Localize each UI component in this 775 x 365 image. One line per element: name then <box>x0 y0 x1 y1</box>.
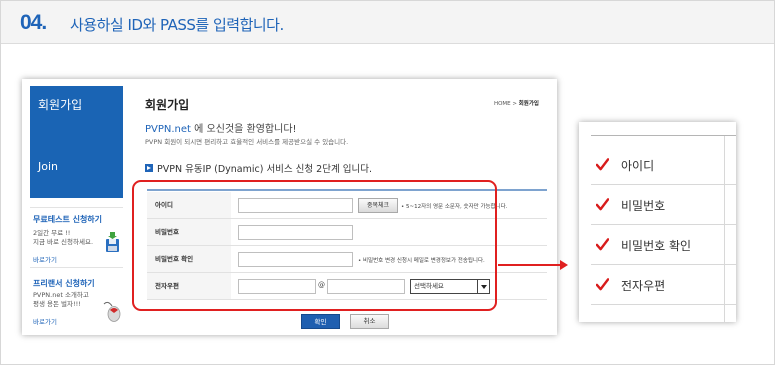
callout-item-label: 비밀번호 <box>621 199 666 213</box>
confirm-button[interactable]: 확인 <box>301 314 340 329</box>
welcome-text: 에 오신것을 환영합니다! <box>190 124 297 135</box>
form-highlight-box <box>132 180 497 311</box>
promo-freelancer-text: PVPN.net 소개하고 평생 용돈 벌자!!! <box>33 291 89 308</box>
callout-item: 비밀번호 확인 <box>591 225 736 265</box>
welcome-brand: PVPN.net <box>145 124 191 135</box>
callout-item-label: 아이디 <box>621 159 655 173</box>
welcome-description: PVPN 회원이 되시면 편리하고 효율적인 서비스를 제공받으실 수 있습니다… <box>145 138 349 146</box>
floppy-disk-icon <box>106 232 119 252</box>
callout-top-border <box>591 135 736 136</box>
sidebar-divider <box>30 207 123 208</box>
step-header: 04. 사용하실 ID와 PASS를 입력합니다. <box>1 1 774 44</box>
sidebar-title: 회원가입 <box>38 98 83 112</box>
sidebar: 회원가입 Join 무료테스트 신청하기 2일간 무료 !! 지금 바로 신청하… <box>30 86 123 331</box>
check-mark-icon <box>596 198 609 211</box>
check-mark-icon <box>596 238 609 251</box>
welcome-message: PVPN.net 에 오신것을 환영합니다! <box>145 120 297 135</box>
callout-item: 전자우편 <box>591 265 736 305</box>
cancel-button[interactable]: 취소 <box>350 314 389 329</box>
promo-freelancer-link[interactable]: 바로가기 <box>33 316 57 326</box>
play-bullet-icon <box>145 164 153 172</box>
step-number: 04. <box>20 11 47 34</box>
breadcrumb-separator: > <box>512 101 517 107</box>
step-title: 사용하실 ID와 PASS를 입력합니다. <box>70 16 284 34</box>
check-mark-icon <box>596 278 609 291</box>
callout-item: 아이디 <box>591 145 736 185</box>
check-mark-icon <box>596 158 609 171</box>
sidebar-join-label: Join <box>38 160 59 173</box>
signup-step-text: PVPN 유동IP (Dynamic) 서비스 신청 2단계 입니다. <box>157 164 372 175</box>
promo-free-test-text: 2일간 무료 !! 지금 바로 신청하세요. <box>33 229 94 246</box>
promo-free-test-link[interactable]: 바로가기 <box>33 254 57 264</box>
page-title: 회원가입 <box>145 98 190 112</box>
callout-item-label: 비밀번호 확인 <box>621 239 692 253</box>
breadcrumb-home[interactable]: HOME <box>494 101 511 107</box>
promo-free-test-title[interactable]: 무료테스트 신청하기 <box>33 214 102 225</box>
breadcrumb-current: 회원가입 <box>518 101 539 107</box>
callout-item: 비밀번호 <box>591 185 736 225</box>
callout-item-label: 전자우편 <box>621 279 666 293</box>
sidebar-divider <box>30 267 123 268</box>
signup-step-heading: PVPN 유동IP (Dynamic) 서비스 신청 2단계 입니다. <box>145 161 372 175</box>
sidebar-header: 회원가입 Join <box>30 86 123 198</box>
promo-freelancer-title[interactable]: 프리랜서 신청하기 <box>33 278 95 289</box>
breadcrumb: HOME > 회원가입 <box>494 99 539 107</box>
pointer-arrow-line <box>498 264 560 266</box>
mouse-icon <box>103 301 121 322</box>
required-fields-callout: 아이디 비밀번호 비밀번호 확인 전자우편 <box>579 122 736 322</box>
arrow-right-icon <box>560 260 568 270</box>
tutorial-panel: 04. 사용하실 ID와 PASS를 입력합니다. 회원가입 Join 무료테스… <box>0 0 775 365</box>
